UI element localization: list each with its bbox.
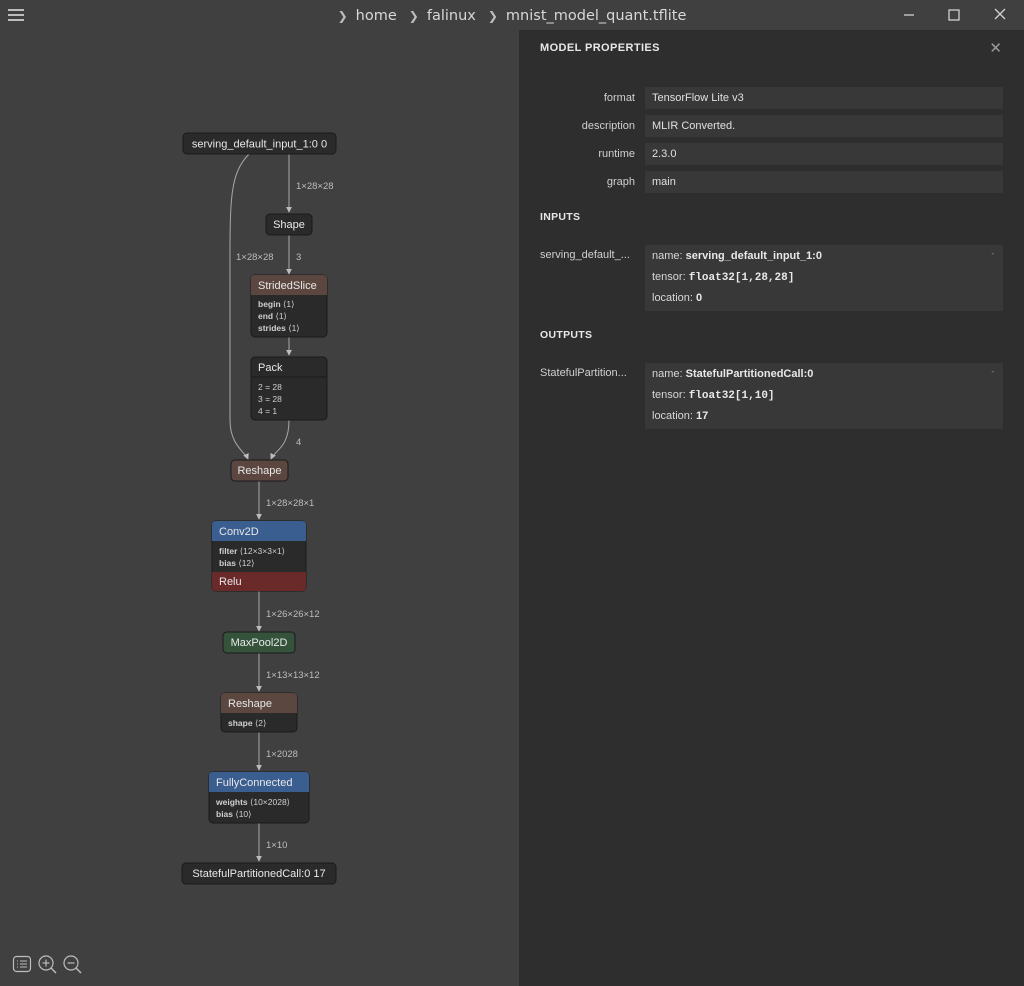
edge-label: 3 [296, 252, 301, 263]
node-attribute: end ⟨1⟩ [258, 311, 287, 321]
output-tensor-row: tensor: float32[1,10] [652, 389, 775, 402]
node-label: Reshape [237, 465, 281, 477]
list-view-icon[interactable] [12, 954, 32, 974]
input-location-row: location: 0 [652, 292, 703, 304]
edge-label: 1×28×28 [236, 252, 274, 263]
node-attribute: strides ⟨1⟩ [258, 323, 300, 333]
property-row-format: format TensorFlow Lite v3 [519, 87, 1024, 109]
input-name-row: name: serving_default_input_1:0 [652, 250, 822, 262]
property-value[interactable]: TensorFlow Lite v3 [645, 87, 1003, 109]
graph-node-fully-connected[interactable]: FullyConnected weights ⟨10×2028⟩ bias ⟨1… [208, 771, 310, 824]
edge-label: 1×28×28×1 [266, 498, 314, 509]
property-label: format [603, 92, 635, 104]
node-label: MaxPool2D [231, 637, 288, 649]
edge-label: 1×26×26×12 [266, 609, 320, 620]
node-label: Shape [273, 219, 305, 231]
zoom-in-icon[interactable] [37, 954, 57, 974]
graph-node-strided-slice[interactable]: StridedSlice begin ⟨1⟩ end ⟨1⟩ strides ⟨… [250, 274, 328, 338]
outputs-heading: OUTPUTS [540, 329, 593, 341]
node-attribute: bias ⟨10⟩ [216, 809, 251, 819]
minimize-button[interactable] [897, 4, 921, 26]
output-name-row: name: StatefulPartitionedCall:0 [652, 368, 814, 380]
node-attribute: shape ⟨2⟩ [228, 718, 266, 728]
edge-label: 4 [296, 437, 301, 448]
node-label: Conv2D [219, 526, 259, 538]
graph-node-shape[interactable]: Shape [265, 213, 313, 236]
close-window-button[interactable] [988, 4, 1012, 26]
node-attribute: 4 = 1 [258, 406, 277, 416]
property-value[interactable]: main [645, 171, 1003, 193]
node-label: serving_default_input_1:0 0 [192, 139, 327, 151]
graph-node-maxpool[interactable]: MaxPool2D [222, 631, 296, 654]
property-label: description [581, 120, 635, 132]
graph-node-input[interactable]: serving_default_input_1:0 0 [182, 132, 337, 155]
breadcrumb-item-file[interactable]: mnist_model_quant.tflite [506, 8, 686, 24]
property-row-description: description MLIR Converted. [519, 115, 1024, 137]
property-label: runtime [598, 148, 635, 160]
graph-node-pack[interactable]: Pack 2 = 28 3 = 28 4 = 1 [250, 356, 328, 421]
node-label: Reshape [228, 698, 272, 710]
node-label: FullyConnected [216, 777, 292, 789]
property-row-runtime: runtime 2.3.0 [519, 143, 1024, 165]
graph-canvas[interactable]: 1×28×28 1×28×28 3 4 1×28×28×1 1×26×26×12… [0, 0, 519, 986]
collapse-icon[interactable]: - [991, 249, 994, 258]
graph-node-output[interactable]: StatefulPartitionedCall:0 17 [181, 862, 337, 885]
edge-label: 1×2028 [266, 749, 298, 760]
node-attribute: begin ⟨1⟩ [258, 299, 294, 309]
node-label: Pack [258, 362, 283, 374]
node-activation-label: Relu [219, 576, 242, 588]
graph-node-conv2d[interactable]: Conv2D filter ⟨12×3×3×1⟩ bias ⟨12⟩ Relu [211, 520, 307, 592]
input-details[interactable]: - name: serving_default_input_1:0 tensor… [645, 245, 1003, 311]
collapse-icon[interactable]: - [991, 367, 994, 376]
node-attribute: bias ⟨12⟩ [219, 558, 254, 568]
property-value[interactable]: MLIR Converted. [645, 115, 1003, 137]
output-label: StatefulPartition... [540, 367, 627, 379]
node-label: StatefulPartitionedCall:0 17 [192, 868, 325, 880]
graph-node-reshape-2[interactable]: Reshape shape ⟨2⟩ [220, 692, 298, 733]
edge-input-reshape [229, 152, 251, 460]
node-attribute: 2 = 28 [258, 382, 282, 392]
maximize-button[interactable] [942, 4, 966, 26]
property-value[interactable]: 2.3.0 [645, 143, 1003, 165]
edge-label: 1×28×28 [296, 181, 334, 192]
edge-label: 1×10 [266, 840, 287, 851]
output-details[interactable]: - name: StatefulPartitionedCall:0 tensor… [645, 363, 1003, 429]
output-location-row: location: 17 [652, 410, 709, 422]
close-panel-icon[interactable]: ✕ [989, 40, 1002, 56]
model-properties-panel: MODEL PROPERTIES ✕ format TensorFlow Lit… [519, 30, 1024, 986]
zoom-out-icon[interactable] [62, 954, 82, 974]
node-attribute: weights ⟨10×2028⟩ [215, 797, 290, 807]
input-label: serving_default_... [540, 249, 630, 261]
edge-pack-reshape [270, 419, 290, 460]
graph-node-reshape[interactable]: Reshape [230, 459, 289, 482]
node-attribute: 3 = 28 [258, 394, 282, 404]
panel-title: MODEL PROPERTIES [540, 42, 660, 54]
inputs-heading: INPUTS [540, 211, 581, 223]
node-label: StridedSlice [258, 280, 317, 292]
input-tensor-row: tensor: float32[1,28,28] [652, 271, 795, 284]
property-row-graph: graph main [519, 171, 1024, 193]
edge-label: 1×13×13×12 [266, 670, 320, 681]
node-attribute: filter ⟨12×3×3×1⟩ [219, 546, 285, 556]
property-label: graph [606, 176, 635, 188]
